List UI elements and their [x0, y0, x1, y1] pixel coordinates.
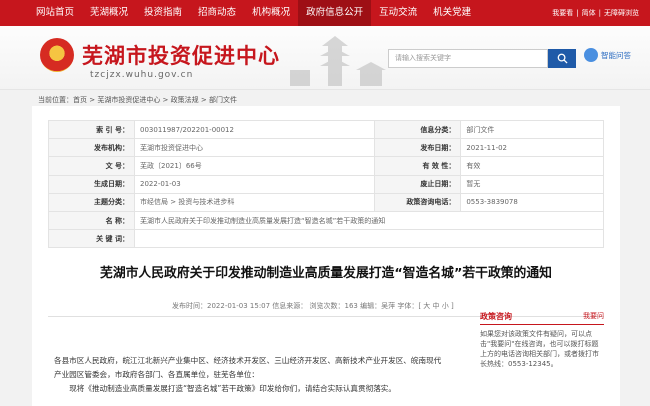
accessibility-links: 我要看 | 简体 | 无障碍浏览 [549, 0, 642, 26]
site-url: tzcjzx.wuhu.gov.cn [90, 70, 194, 80]
nav-news[interactable]: 招商动态 [190, 0, 244, 26]
site-header: 芜湖市投资促进中心 tzcjzx.wuhu.gov.cn 请输入搜索关键字 智能… [0, 26, 650, 90]
top-navigation: 网站首页 芜湖概况 投资指南 招商动态 机构概况 政府信息公开 互动交流 机关党… [0, 0, 650, 26]
breadcrumb: 当前位置：首页 > 芜湖市投资促进中心 > 政策法规 > 部门文件 [38, 96, 237, 104]
category-value: 市经信局 > 投资与技术进步科 [133, 192, 376, 212]
national-emblem-icon [40, 38, 74, 72]
pub-date-value: 2021-11-02 [460, 138, 604, 158]
info-class-label: 信息分类： [374, 119, 462, 140]
consult-description: 如果您对该政策文件有疑问，可以点击"我要问"在线咨询，也可以拨打标题上方的电话咨… [480, 330, 599, 368]
publisher-label: 发布机构： [48, 138, 135, 158]
consult-header: 政策咨询 我要问 [480, 311, 604, 325]
search-button[interactable] [548, 49, 576, 68]
nav-overview[interactable]: 芜湖概况 [82, 0, 136, 26]
document-panel: 索 引 号： 003011987/202201-00012 信息分类： 部门文件… [32, 106, 620, 406]
link-woyaokan[interactable]: 我要看 [549, 8, 576, 18]
gen-date-label: 生成日期： [48, 174, 135, 194]
breadcrumb-dept-docs[interactable]: 部门文件 [209, 96, 237, 104]
nav-home[interactable]: 网站首页 [28, 0, 82, 26]
table-row: 索 引 号： 003011987/202201-00012 信息分类： 部门文件 [48, 119, 604, 140]
site-title[interactable]: 芜湖市投资促进中心 [82, 40, 280, 70]
smart-ask-label: 智能问答 [601, 50, 631, 60]
search-input[interactable]: 请输入搜索关键字 [388, 49, 548, 68]
gen-date-value: 2022-01-03 [133, 174, 376, 194]
smart-ask-button[interactable]: 智能问答 [584, 48, 631, 62]
ask-question-link[interactable]: 我要问 [583, 311, 604, 322]
keyword-value [134, 229, 604, 249]
table-row: 主题分类： 市经信局 > 投资与技术进步科 政策咨询电话： 0553-38390… [48, 192, 604, 212]
pub-date-label: 发布日期： [374, 138, 462, 158]
category-label: 主题分类： [48, 192, 135, 212]
pagoda-skyline-icon [290, 36, 386, 86]
document-title: 芜湖市人民政府关于印发推动制造业高质量发展打造“智造名城”若干政策的通知 [100, 266, 552, 281]
document-meta-table: 索 引 号： 003011987/202201-00012 信息分类： 部门文件… [48, 119, 604, 249]
link-accessible[interactable]: 无障碍浏览 [601, 8, 642, 18]
phone-value: 0553-3839078 [460, 192, 604, 212]
abolish-date-value: 暂无 [460, 174, 604, 194]
index-value: 003011987/202201-00012 [133, 119, 376, 140]
info-class-value: 部门文件 [460, 119, 604, 140]
nav-gov-info[interactable]: 政府信息公开 [298, 0, 372, 26]
nav-organization[interactable]: 机构概况 [244, 0, 298, 26]
publisher-value: 芜湖市投资促进中心 [133, 138, 376, 158]
abolish-date-label: 废止日期： [374, 174, 462, 194]
body-paragraph: 各县市区人民政府，皖江江北新兴产业集中区、经济技术开发区、三山经济开发区、高新技… [54, 356, 442, 379]
name-value: 芜湖市人民政府关于印发推动制造业高质量发展打造“智造名城”若干政策的通知 [134, 210, 604, 231]
table-row: 发布机构： 芜湖市投资促进中心 发布日期： 2021-11-02 [48, 138, 604, 158]
nav-interaction[interactable]: 互动交流 [371, 0, 425, 26]
link-simplified[interactable]: 简体 [579, 8, 599, 18]
breadcrumb-home[interactable]: 当前位置：首页 [38, 96, 87, 104]
table-row: 关 键 词： [48, 229, 604, 249]
doc-no-value: 芜政〔2021〕66号 [133, 156, 376, 176]
doc-no-label: 文 号： [48, 156, 135, 176]
breadcrumb-policy[interactable]: 政策法规 [171, 96, 199, 104]
nav-invest-guide[interactable]: 投资指南 [136, 0, 190, 26]
body-paragraph: 现将《推动制造业高质量发展打造“智造名城”若干政策》印发给你们，请结合实际认真贯… [69, 384, 396, 393]
breadcrumb-center[interactable]: 芜湖市投资促进中心 [97, 96, 160, 104]
table-row: 文 号： 芜政〔2021〕66号 有 效 性： 有效 [48, 156, 604, 176]
name-label: 名 称： [48, 210, 135, 231]
document-info-bar: 发布时间：2022-01-03 15:07 信息来源： 浏览次数：163 编辑：… [172, 302, 454, 310]
robot-icon [584, 48, 598, 62]
search-icon [557, 53, 568, 64]
keyword-label: 关 键 词： [48, 229, 135, 249]
validity-label: 有 效 性： [374, 156, 462, 176]
table-row: 名 称： 芜湖市人民政府关于印发推动制造业高质量发展打造“智造名城”若干政策的通… [48, 210, 604, 231]
validity-value: 有效 [460, 156, 604, 176]
consult-title: 政策咨询 [480, 312, 512, 321]
index-label: 索 引 号： [48, 119, 135, 140]
nav-party[interactable]: 机关党建 [425, 0, 479, 26]
phone-label: 政策咨询电话： [374, 192, 462, 212]
policy-consult-box: 政策咨询 我要问 如果您对该政策文件有疑问，可以点击"我要问"在线咨询，也可以拨… [480, 311, 604, 369]
table-row: 生成日期： 2022-01-03 废止日期： 暂无 [48, 174, 604, 194]
document-body: 各县市区人民政府，皖江江北新兴产业集中区、经济技术开发区、三山经济开发区、高新技… [54, 354, 444, 396]
